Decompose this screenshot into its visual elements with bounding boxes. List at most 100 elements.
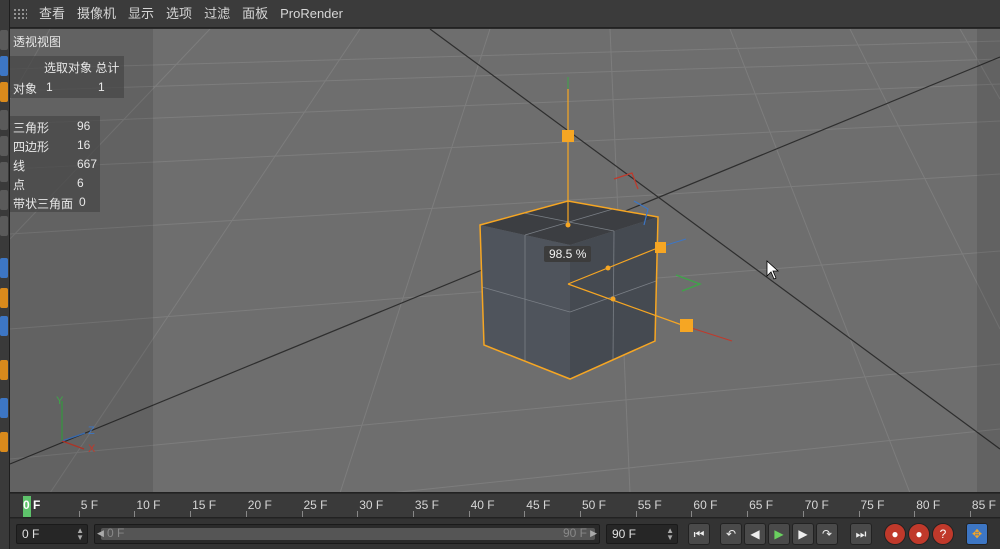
next-key-icon[interactable]: ↷: [816, 523, 838, 545]
viewport-menubar: 查看 摄像机 显示 选项 过滤 面板 ProRender: [10, 0, 1000, 28]
timeline-tick: [969, 511, 971, 517]
cube-object[interactable]: [479, 200, 659, 380]
tool-icon[interactable]: [0, 190, 8, 210]
timeline-tick: [412, 511, 414, 517]
timeline-tick-label: 25 F: [303, 498, 328, 512]
stat-label: 点: [13, 178, 26, 192]
timeline-tick: [190, 511, 192, 517]
menu-view[interactable]: 查看: [33, 0, 71, 28]
zoom-tooltip: 98.5 %: [544, 246, 592, 262]
rotate-tool-icon[interactable]: [0, 110, 8, 130]
timeline-tick: [468, 511, 470, 517]
auto-key-icon[interactable]: ●: [908, 523, 930, 545]
current-frame-field[interactable]: 0 F ▲ ▼: [16, 524, 88, 544]
timeline-tick-label: 80 F: [916, 498, 941, 512]
stat-value: 0: [79, 195, 86, 209]
current-frame-value: 0 F: [22, 527, 40, 541]
timeline-tick: [134, 511, 136, 517]
record-icon[interactable]: ●: [884, 523, 906, 545]
stat-row-strips: 带状三角面 0: [13, 195, 99, 214]
tool-icon[interactable]: [0, 398, 8, 418]
tool-icon[interactable]: [0, 258, 8, 278]
stat-label: 三角形: [13, 121, 50, 135]
timeline-tick-label: 50 F: [582, 498, 607, 512]
safe-frame-left: [10, 29, 153, 492]
stats-header: 选取对象 总计: [44, 61, 120, 75]
objects-label: 对象: [13, 82, 38, 96]
range-left-arrow-icon[interactable]: ◀: [97, 528, 104, 539]
menu-display[interactable]: 显示: [122, 0, 160, 28]
stat-label: 线: [13, 159, 26, 173]
move-key-icon[interactable]: ✥: [966, 523, 988, 545]
stat-row-quads: 四边形 16: [13, 138, 99, 157]
stat-value: 667: [77, 157, 98, 171]
spinner-icon[interactable]: ▲ ▼: [76, 527, 84, 542]
tool-icon[interactable]: [0, 316, 8, 336]
timeline-tick: [524, 511, 526, 517]
go-to-start-icon[interactable]: ⏮: [688, 523, 710, 545]
stat-value: 16: [77, 138, 91, 152]
left-tool-strip: [0, 0, 10, 549]
tool-icon[interactable]: [0, 288, 8, 308]
timeline-tick-label: 35 F: [414, 498, 439, 512]
timeline-tick-label: 40 F: [470, 498, 495, 512]
grip-icon[interactable]: [13, 7, 27, 20]
mesh-stats-hud: 三角形 96 四边形 16 线 667 点 6 带状三角面 0: [10, 116, 100, 212]
keyframe-selection-icon[interactable]: ?: [932, 523, 954, 545]
menu-panel[interactable]: 面板: [236, 0, 274, 28]
timeline-ruler[interactable]: 0 F 5 F 10 F 15 F 20 F 25 F 30 F 35 F 40 F 45 F 5…: [10, 494, 1000, 518]
timeline-tick-label: 60 F: [693, 498, 718, 512]
timeline-tick: [635, 511, 637, 517]
timeline-tick: [858, 511, 860, 517]
timeline-tick: [691, 511, 693, 517]
timeline-tick-label: 55 F: [637, 498, 662, 512]
tool-icon[interactable]: [0, 136, 8, 156]
menu-filter[interactable]: 过滤: [198, 0, 236, 28]
menu-options[interactable]: 选项: [160, 0, 198, 28]
menu-prorender[interactable]: ProRender: [274, 0, 349, 28]
timeline-tick: [245, 511, 247, 517]
axis-y-label: Y: [56, 395, 64, 407]
timeline-tick: [914, 511, 916, 517]
range-fill[interactable]: [101, 528, 595, 540]
go-to-end-icon[interactable]: ⏭: [850, 523, 872, 545]
timeline-tick-label: 20 F: [247, 498, 272, 512]
object-stats-hud: 选取对象 总计 对象 1 1: [10, 56, 124, 98]
axis-z-label: Z: [88, 425, 95, 437]
end-frame-field[interactable]: 90 F ▲ ▼: [606, 524, 678, 544]
end-frame-value: 90 F: [612, 527, 637, 541]
timeline-tick: [580, 511, 581, 517]
previous-frame-icon[interactable]: ◀: [744, 523, 766, 545]
tool-icon[interactable]: [0, 432, 8, 452]
timeline-tick-label: 45 F: [526, 498, 551, 512]
spinner-icon[interactable]: ▲ ▼: [666, 527, 674, 542]
playhead-label: 0 F: [23, 498, 41, 512]
timeline-tick-label: 75 F: [860, 498, 885, 512]
scale-tool-icon[interactable]: [0, 82, 8, 102]
move-tool-icon[interactable]: [0, 56, 8, 76]
viewport-scene: [10, 29, 1000, 492]
range-right-arrow-icon[interactable]: ▶: [590, 528, 597, 539]
menu-camera[interactable]: 摄像机: [71, 0, 122, 28]
tool-icon[interactable]: [0, 162, 8, 182]
frame-range-slider[interactable]: ◀ 0 F 90 F ▶: [94, 524, 600, 544]
timeline-tick-label: 70 F: [804, 498, 829, 512]
next-frame-icon[interactable]: ▶: [792, 523, 814, 545]
stat-row-lines: 线 667: [13, 157, 99, 176]
stat-value: 6: [77, 176, 84, 190]
previous-key-icon[interactable]: ↶: [720, 523, 742, 545]
range-start-label: 0 F: [107, 526, 125, 540]
timeline-tick: [357, 511, 359, 517]
play-icon[interactable]: ▶: [768, 523, 790, 545]
tool-icon[interactable]: [0, 216, 8, 236]
transport-bar: 0 F ▲ ▼ ◀ 0 F 90 F ▶ 90 F ▲ ▼ ⏮ ↶ ◀ ▶ ▶ ↷ …: [10, 519, 1000, 549]
stat-label: 带状三角面: [13, 197, 74, 211]
perspective-viewport[interactable]: 透视视图 选取对象 总计 对象 1 1 三角形 96 四边形 16 线 667 …: [10, 29, 1000, 493]
tool-icon[interactable]: [0, 30, 8, 50]
timeline-tick: [747, 511, 749, 517]
timeline-tick-label: 30 F: [359, 498, 384, 512]
objects-selected-value: 1: [46, 80, 53, 94]
tool-icon[interactable]: [0, 360, 8, 380]
range-end-label: 90 F: [562, 526, 587, 540]
timeline-tick-label: 85 F: [971, 498, 996, 512]
